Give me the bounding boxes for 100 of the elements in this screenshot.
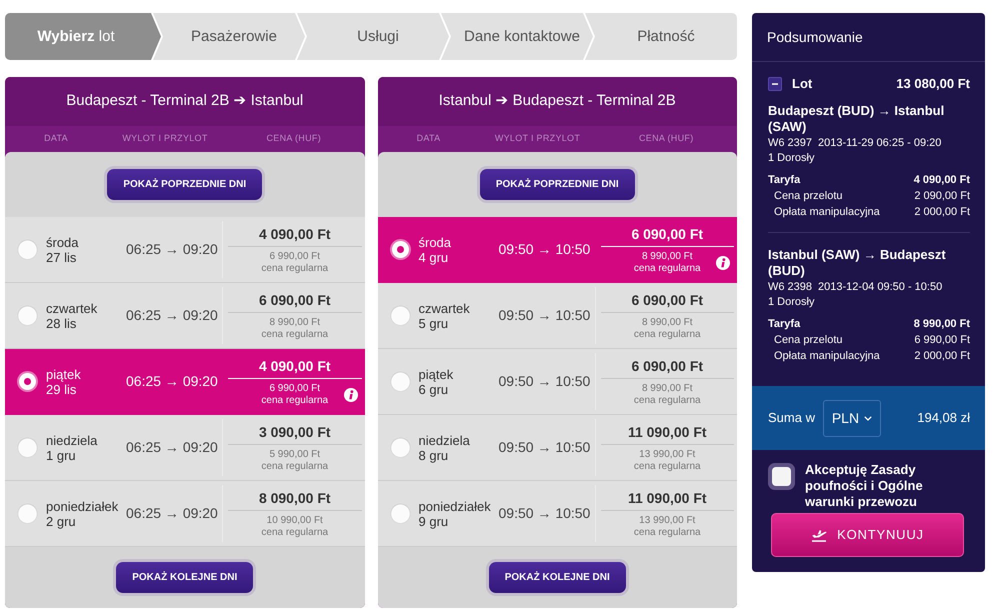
section-total: 13 080,00 Ft [896,75,970,94]
route-text: Istanbul (SAW) → Budapeszt (BUD) [768,247,947,279]
route-text: Budapeszt (BUD) → Istanbul (SAW) [768,103,946,135]
fare-label: Taryfa [768,173,800,188]
regular-price-label: cena regularna [261,263,328,275]
regular-price-label: cena regularna [634,461,701,473]
weekday: środa [46,234,79,250]
route-title: Budapeszt - Terminal 2B ➔ Istanbul [66,91,304,112]
flight-times: 09:50 → 10:50 [498,307,590,323]
fare-price: 6 090,00 Ft [631,291,704,309]
fee-amount: 2 090,00 Ft [914,189,970,204]
weekday: piątek [418,366,454,382]
caret-icon [864,416,872,420]
fare-price: 6 090,00 Ft [631,357,704,375]
day-date: 1 gru [46,448,76,462]
fee-label: Cena przelotu [774,333,842,348]
day-date: 28 lis [46,316,76,330]
passenger-count: 1 Dorosły [768,295,814,310]
flight-option-row[interactable]: środa 27 lis 06:25 → 09:20 4 090,00 Ft 6 990,00 Ft cena regularna [5,217,364,283]
regular-price: 13 990,00 Ft [639,515,696,527]
flight-times: 09:50 → 10:50 [498,373,590,389]
flight-option-row[interactable]: środa 4 gru 09:50 → 10:50 6 090,00 Ft 8 990,00 Ft cena regularna [378,217,737,283]
fare-amount: 4 090,00 Ft [914,173,970,188]
day-date: 6 gru [418,382,448,396]
radio-button[interactable] [17,437,38,458]
fare-price: 6 090,00 Ft [631,225,704,243]
radio-button[interactable] [17,239,38,260]
regular-price-label: cena regularna [634,395,701,407]
regular-price-label: cena regularna [261,395,328,407]
passenger-count: 1 Dorosły [768,151,814,166]
show-next-days-button[interactable]: POKAŻ KOLEJNE DNI [116,562,254,593]
show-next-days-button[interactable]: POKAŻ KOLEJNE DNI [488,562,626,593]
fee-label: Opłata manipulacyjna [774,205,880,220]
radio-button[interactable] [390,305,410,326]
regular-price: 8 990,00 Ft [642,317,693,329]
radio-button[interactable] [390,239,410,260]
section-label: Lot [792,75,812,94]
flight-number: W6 2397 [768,136,812,151]
info-icon[interactable] [716,256,730,270]
flight-option-row[interactable]: niedziela 1 gru 06:25 → 09:20 3 090,00 Ft 5 990,00 Ft cena regularna [5,415,364,481]
flight-times: 09:50 → 10:50 [498,439,590,455]
route-title: Istanbul ➔ Budapeszt - Terminal 2B [438,91,676,112]
terms-label: Akceptuję Zasady poufności i Ogólne warunki przewozu [805,462,924,510]
column-header: WYLOT I PRZYLOT [122,132,208,146]
total-amount: 194,08 zł [917,409,970,428]
fare-label: Taryfa [768,317,800,332]
radio-button[interactable] [17,503,38,524]
fee-amount: 2 000,00 Ft [914,205,970,220]
fare-price: 4 090,00 Ft [258,357,331,375]
currency-select[interactable]: PLN [822,400,881,436]
collapse-icon[interactable] [768,77,782,91]
flight-option-row[interactable]: piątek 6 gru 09:50 → 10:50 6 090,00 Ft 8 990,00 Ft cena regularna [378,349,737,415]
progress-step: Pasażerowie [153,13,305,60]
radio-button[interactable] [17,371,38,392]
regular-price-label: cena regularna [261,461,328,473]
column-header: DATA [416,132,440,146]
total-label: Suma w [768,409,815,428]
radio-button[interactable] [390,371,410,392]
fare-price: 8 090,00 Ft [258,489,331,507]
progress-step: Usługi [297,13,449,60]
continue-button[interactable]: KONTYNUUJ [771,513,964,557]
flight-times: 06:25 → 09:20 [126,241,218,257]
show-previous-days-button[interactable]: POKAŻ POPRZEDNIE DNI [107,169,262,200]
fee-amount: 6 990,00 Ft [914,333,970,348]
flight-times: 09:50 → 10:50 [498,241,590,257]
flight-option-row[interactable]: czwartek 28 lis 06:25 → 09:20 6 090,00 Ft 8 990,00 Ft cena regularna [5,283,364,349]
weekday: poniedziałek [418,498,491,514]
flight-number: W6 2398 [768,280,812,295]
regular-price-label: cena regularna [634,263,701,275]
weekday: poniedziałek [46,498,118,514]
weekday: czwartek [46,300,98,316]
fare-price: 3 090,00 Ft [258,423,331,441]
flight-times: 06:25 → 09:20 [126,373,218,389]
regular-price-label: cena regularna [261,329,328,341]
show-previous-days-button[interactable]: POKAŻ POPRZEDNIE DNI [480,169,635,200]
weekday: czwartek [418,300,470,316]
radio-button[interactable] [390,437,410,458]
column-header: WYLOT I PRZYLOT [494,132,580,146]
flight-option-row[interactable]: czwartek 5 gru 09:50 → 10:50 6 090,00 Ft 8 990,00 Ft cena regularna [378,283,737,349]
fare-amount: 8 990,00 Ft [914,317,970,332]
radio-button[interactable] [17,305,38,326]
flight-schedule: 2013-11-29 06:25 - 09:20 [818,136,942,151]
fare-price: 4 090,00 Ft [258,225,331,243]
plane-takeoff-icon [811,528,828,542]
flight-times: 06:25 → 09:20 [126,439,218,455]
column-header: DATA [44,132,68,146]
day-date: 8 gru [418,448,448,462]
checkbox[interactable] [768,463,795,490]
regular-price-label: cena regularna [634,329,701,341]
day-date: 27 lis [46,250,76,264]
info-icon[interactable] [344,388,358,402]
radio-button[interactable] [390,503,410,524]
flight-times: 06:25 → 09:20 [126,505,218,521]
weekday: piątek [46,366,81,382]
flight-option-row[interactable]: piątek 29 lis 06:25 → 09:20 4 090,00 Ft 6 990,00 Ft cena regularna [5,349,364,415]
progress-step: Dane kontaktowe [441,13,593,60]
weekday: niedziela [46,432,98,448]
summary-title: Podsumowanie [767,28,863,46]
fare-price: 11 090,00 Ft [628,489,707,507]
flight-option-row[interactable]: niedziela 8 gru 09:50 → 10:50 11 090,00 Ft 13 990,00 Ft cena regularna [378,415,737,481]
